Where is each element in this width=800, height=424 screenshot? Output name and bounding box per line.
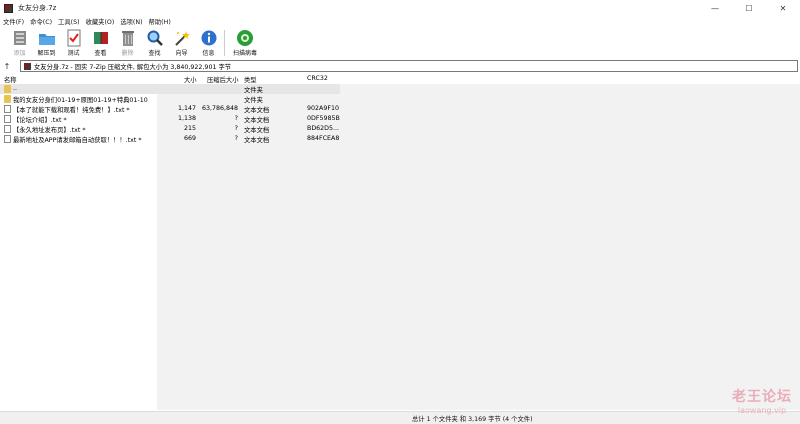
watermark: 老王论坛 laowang.vip xyxy=(732,386,792,415)
item-name: 【论坛介绍】.txt * xyxy=(13,117,67,124)
extract-folder-icon xyxy=(38,29,56,47)
item-crc: 884FCEA8 xyxy=(307,135,340,142)
item-size: 1,138 xyxy=(177,115,196,122)
virus-scan-label: 扫描病毒 xyxy=(232,50,257,57)
selection-highlight xyxy=(0,84,340,94)
watermark-title: 老王论坛 xyxy=(732,389,792,405)
column-header-packed-size[interactable]: 压缩后大小 xyxy=(207,75,238,84)
menu-options[interactable]: 选项(N) xyxy=(120,17,142,26)
app-7zip-icon xyxy=(4,3,13,13)
column-header-type[interactable]: 类型 xyxy=(244,75,257,84)
list-item-file[interactable]: 【永久地址发布页】.txt * 215 ? 文本文档 BD62D5... xyxy=(0,124,800,134)
file-list: .. 文件夹 我的女友分身们01-19+原图01-19+特典01-10 文件夹 … xyxy=(0,84,800,410)
column-header-name[interactable]: 名称 xyxy=(4,75,17,84)
archive-icon xyxy=(24,62,31,70)
item-size: 215 xyxy=(183,125,196,132)
path-text: 女友分身.7z - 固实 7-Zip 压缩文件, 解包大小为 3,840,922… xyxy=(34,63,232,71)
text-file-icon xyxy=(4,135,11,143)
item-name: .. xyxy=(13,85,18,92)
delete-button[interactable]: 删除 xyxy=(114,28,141,58)
delete-trash-icon xyxy=(119,29,137,47)
watermark-url: laowang.vip xyxy=(737,406,787,415)
close-button[interactable]: ✕ xyxy=(766,0,800,16)
up-folder-button[interactable]: ↑ xyxy=(0,60,14,72)
view-button[interactable]: 查看 xyxy=(87,28,114,58)
test-button[interactable]: 测试 xyxy=(60,28,87,58)
column-header-size[interactable]: 大小 xyxy=(184,75,197,84)
item-packed-size: ? xyxy=(234,115,238,122)
wizard-button[interactable]: 向导 xyxy=(168,28,195,58)
item-packed-size: ? xyxy=(234,125,238,132)
wizard-icon xyxy=(173,29,191,47)
folder-icon xyxy=(4,85,11,93)
find-button[interactable]: 查找 xyxy=(141,28,168,58)
wizard-label: 向导 xyxy=(175,50,188,57)
path-field[interactable]: 女友分身.7z - 固实 7-Zip 压缩文件, 解包大小为 3,840,922… xyxy=(20,60,798,72)
list-item-parent[interactable]: .. 文件夹 xyxy=(0,84,800,94)
virus-scan-button[interactable]: 扫描病毒 xyxy=(229,28,261,58)
address-bar: ↑ 女友分身.7z - 固实 7-Zip 压缩文件, 解包大小为 3,840,9… xyxy=(0,60,800,72)
add-label: 添加 xyxy=(13,50,26,57)
view-label: 查看 xyxy=(94,50,107,57)
item-crc: 902A9F10 xyxy=(307,105,339,112)
window-title: 女友分身.7z xyxy=(18,4,57,12)
title-bar: 女友分身.7z — ☐ ✕ xyxy=(0,0,800,16)
item-name: 【永久地址发布页】.txt * xyxy=(13,127,86,134)
minimize-button[interactable]: — xyxy=(698,0,732,16)
menu-bar: 文件(F) 命令(C) 工具(S) 收藏夹(O) 选项(N) 帮助(H) xyxy=(0,16,800,27)
item-name: 我的女友分身们01-19+原图01-19+特典01-10 xyxy=(13,97,148,104)
item-crc: BD62D5... xyxy=(307,125,340,132)
extract-to-label: 解压到 xyxy=(37,50,56,57)
column-header-crc32[interactable]: CRC32 xyxy=(307,75,328,82)
view-book-icon xyxy=(92,29,110,47)
item-type: 文本文档 xyxy=(244,107,270,114)
menu-command[interactable]: 命令(C) xyxy=(30,17,52,26)
status-summary: 总计 1 个文件夹 和 3,169 字节 (4 个文件) xyxy=(412,416,533,423)
menu-tools[interactable]: 工具(S) xyxy=(58,17,80,26)
item-name: 【本了就能下载和观看！纯免费！】.txt * xyxy=(13,107,130,114)
window-controls: — ☐ ✕ xyxy=(698,0,800,16)
menu-file[interactable]: 文件(F) xyxy=(3,17,24,26)
item-size: 1,147 xyxy=(177,105,196,112)
list-item-file[interactable]: 【本了就能下载和观看！纯免费！】.txt * 1,147 63,786,848 … xyxy=(0,104,800,114)
item-type: 文本文档 xyxy=(244,127,270,134)
text-file-icon xyxy=(4,115,11,123)
item-crc: 0DF5985B xyxy=(307,115,340,122)
virus-scan-icon xyxy=(236,29,254,47)
extract-to-button[interactable]: 解压到 xyxy=(33,28,60,58)
info-label: 信息 xyxy=(202,50,215,57)
find-label: 查找 xyxy=(148,50,161,57)
folder-icon xyxy=(4,95,11,103)
item-name: 最新地址及APP请发邮箱自动获取！！！.txt * xyxy=(13,137,142,144)
info-icon xyxy=(200,29,218,47)
list-header: 名称 大小 压缩后大小 类型 CRC32 xyxy=(0,74,800,84)
item-packed-size: 63,786,848 xyxy=(201,105,238,112)
list-item-file[interactable]: 最新地址及APP请发邮箱自动获取！！！.txt * 669 ? 文本文档 884… xyxy=(0,134,800,144)
status-bar: 总计 1 个文件夹 和 3,169 字节 (4 个文件) xyxy=(0,411,800,424)
item-type: 文本文档 xyxy=(244,137,270,144)
list-item-file[interactable]: 【论坛介绍】.txt * 1,138 ? 文本文档 0DF5985B xyxy=(0,114,800,124)
test-label: 测试 xyxy=(67,50,80,57)
menu-favorites[interactable]: 收藏夹(O) xyxy=(86,17,115,26)
maximize-button[interactable]: ☐ xyxy=(732,0,766,16)
text-file-icon xyxy=(4,105,11,113)
test-icon xyxy=(65,29,83,47)
list-item-folder[interactable]: 我的女友分身们01-19+原图01-19+特典01-10 文件夹 xyxy=(0,94,800,104)
item-type: 文件夹 xyxy=(244,87,263,94)
text-file-icon xyxy=(4,125,11,133)
delete-label: 删除 xyxy=(121,50,134,57)
item-type: 文件夹 xyxy=(244,97,263,104)
item-size: 669 xyxy=(183,135,196,142)
item-type: 文本文档 xyxy=(244,117,270,124)
find-magnifier-icon xyxy=(146,29,164,47)
add-button[interactable]: 添加 xyxy=(6,28,33,58)
toolbar: 添加 解压到 测试 查看 删除 查找 向导 信息 扫描病毒 xyxy=(0,28,800,58)
toolbar-separator xyxy=(224,30,225,56)
add-icon xyxy=(11,29,29,47)
item-packed-size: ? xyxy=(234,135,238,142)
menu-help[interactable]: 帮助(H) xyxy=(149,17,171,26)
info-button[interactable]: 信息 xyxy=(195,28,222,58)
